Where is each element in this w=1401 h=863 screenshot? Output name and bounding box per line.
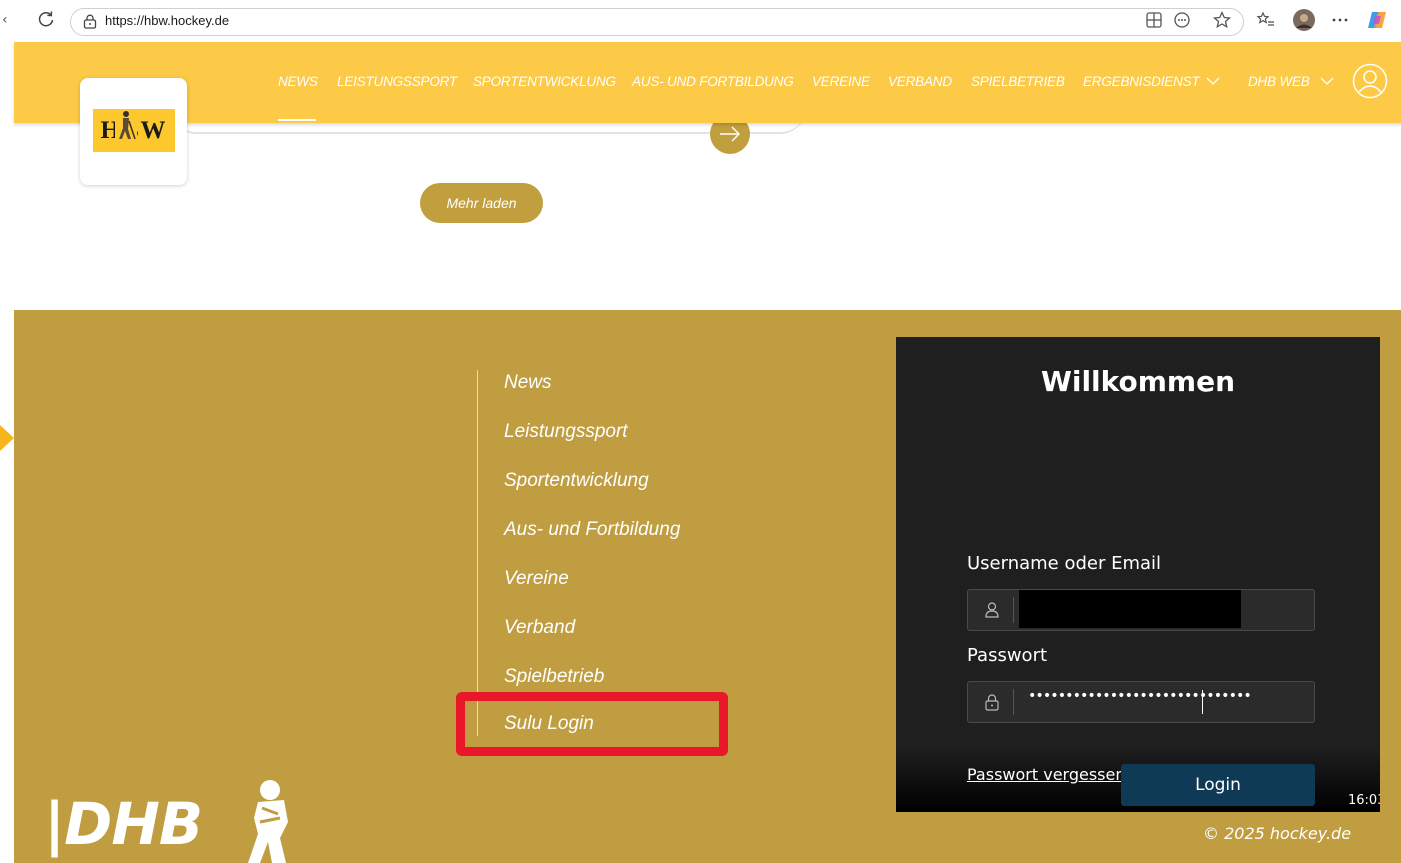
favorite-star-icon[interactable] xyxy=(1212,10,1232,30)
hbw-logo[interactable]: HBW xyxy=(80,78,187,185)
user-account-icon[interactable] xyxy=(1352,63,1388,99)
username-field[interactable] xyxy=(967,589,1315,631)
footer-link-leistungssport[interactable]: Leistungssport xyxy=(504,421,628,443)
more-options-icon[interactable] xyxy=(1330,10,1350,30)
username-label: Username oder Email xyxy=(967,553,1162,574)
address-bar[interactable]: https://hbw.hockey.de xyxy=(70,8,1244,36)
footer-link-spielbetrieb[interactable]: Spielbetrieb xyxy=(504,666,604,688)
copyright-text: © 2025 hockey.de xyxy=(1203,824,1352,843)
password-field[interactable]: •••••••••••••••••••••••••••••• xyxy=(967,681,1315,723)
footer-link-vereine[interactable]: Vereine xyxy=(504,568,569,590)
profile-avatar-icon[interactable] xyxy=(1293,9,1315,31)
footer-divider xyxy=(477,370,478,736)
nav-active-indicator xyxy=(278,119,316,121)
nav-news[interactable]: NEWS xyxy=(278,74,318,89)
nav-spielbetrieb[interactable]: SPIELBETRIEB xyxy=(971,74,1065,89)
reading-view-icon[interactable] xyxy=(1172,10,1192,30)
nav-verband[interactable]: VERBAND xyxy=(888,74,952,89)
login-button[interactable]: Login xyxy=(1121,764,1315,806)
back-button-fragment[interactable]: ‹ xyxy=(2,12,8,28)
annotation-highlight-box xyxy=(456,692,728,756)
lock-icon[interactable] xyxy=(83,14,97,29)
footer-link-aus-und-fortbildung[interactable]: Aus- und Fortbildung xyxy=(504,519,680,541)
footer-link-sportentwicklung[interactable]: Sportentwicklung xyxy=(504,470,649,492)
dhb-logo[interactable]: |DHB xyxy=(44,790,203,858)
side-panel-arrow-icon[interactable] xyxy=(0,425,14,451)
favorites-list-icon[interactable] xyxy=(1256,10,1276,30)
copilot-icon[interactable] xyxy=(1366,8,1390,32)
video-timestamp: 16:03 xyxy=(1348,793,1380,808)
hbw-logo-mark: HBW xyxy=(93,109,175,152)
url-text[interactable]: https://hbw.hockey.de xyxy=(105,13,229,28)
browser-toolbar: ‹ https://hbw.hockey.de xyxy=(0,0,1401,42)
redacted-username xyxy=(1019,590,1241,628)
nav-dhb-web[interactable]: DHB WEB xyxy=(1248,74,1310,89)
text-caret xyxy=(1202,690,1203,714)
password-label: Passwort xyxy=(967,645,1048,666)
reload-icon[interactable] xyxy=(36,9,56,29)
load-more-button[interactable]: Mehr laden xyxy=(420,183,543,223)
nav-ergebnisdienst[interactable]: ERGEBNISDIENST xyxy=(1083,74,1200,89)
lock-icon xyxy=(985,694,999,711)
nav-leistungssport[interactable]: LEISTUNGSSPORT xyxy=(337,74,457,89)
hockey-player-icon xyxy=(115,109,137,149)
arrow-right-icon xyxy=(720,126,740,142)
split-screen-icon[interactable] xyxy=(1144,10,1164,30)
input-separator xyxy=(1013,689,1014,715)
chevron-down-icon[interactable] xyxy=(1206,76,1220,86)
password-mask: •••••••••••••••••••••••••••••• xyxy=(1028,688,1252,704)
footer-link-news[interactable]: News xyxy=(504,372,552,394)
input-separator xyxy=(1013,597,1014,623)
dhb-player-icon xyxy=(248,780,288,863)
login-title: Willkommen xyxy=(1040,365,1236,398)
login-panel: Willkommen Username oder Email Passwort … xyxy=(896,337,1380,812)
chevron-down-icon[interactable] xyxy=(1320,76,1334,86)
forgot-password-link[interactable]: Passwort vergessen xyxy=(967,765,1125,784)
nav-sportentwicklung[interactable]: SPORTENTWICKLUNG xyxy=(473,74,616,89)
footer-link-verband[interactable]: Verband xyxy=(504,617,575,639)
site-header: NEWS LEISTUNGSSPORT SPORTENTWICKLUNG AUS… xyxy=(14,42,1401,123)
nav-vereine[interactable]: VEREINE xyxy=(812,74,870,89)
nav-aus-und-fortbildung[interactable]: AUS- UND FORTBILDUNG xyxy=(632,74,794,89)
user-icon xyxy=(985,602,999,618)
